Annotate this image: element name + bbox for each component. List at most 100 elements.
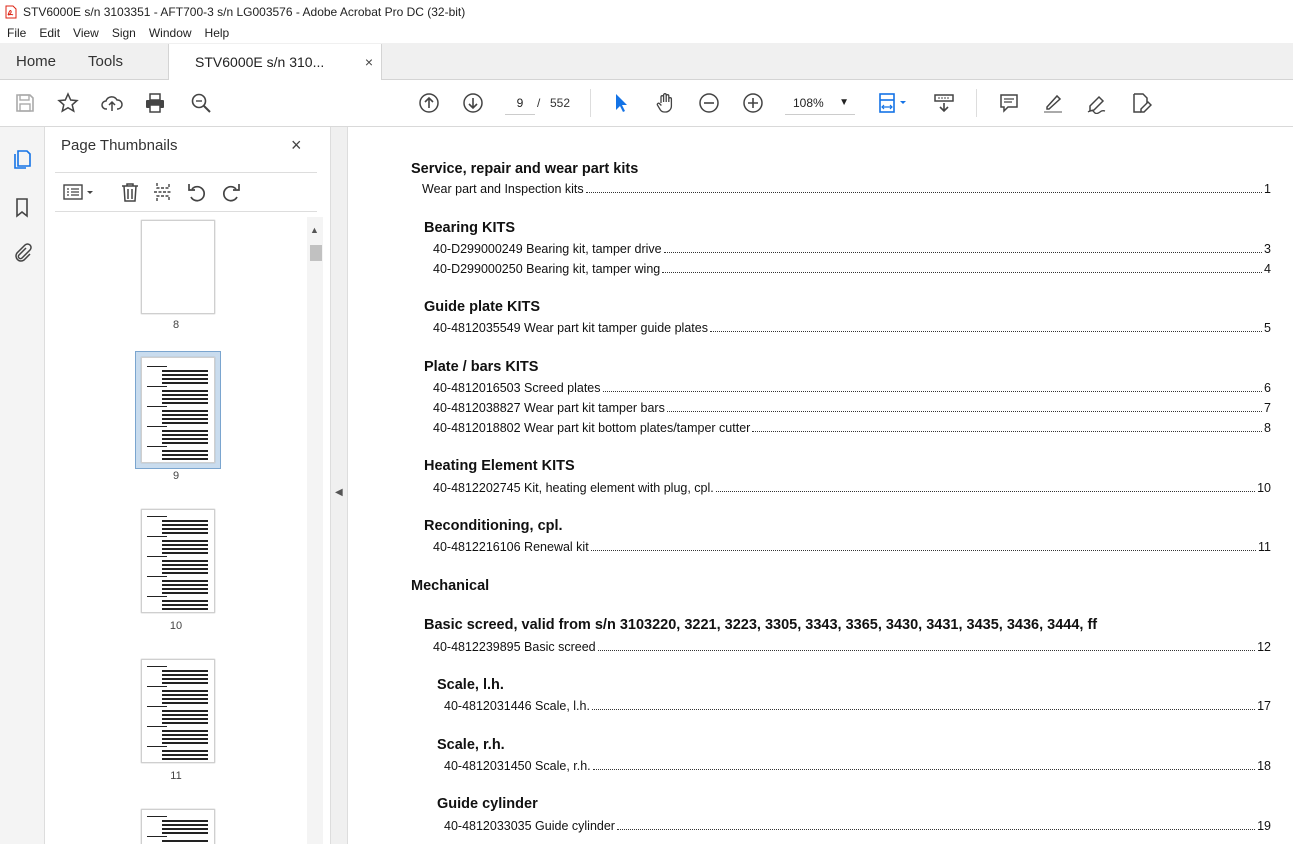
comment-icon[interactable]: [997, 91, 1021, 115]
thumbnail-options-icon[interactable]: [61, 181, 97, 203]
hand-tool-icon[interactable]: [653, 91, 677, 115]
thumbnail-text-line: [162, 560, 208, 562]
attachments-paperclip-icon[interactable]: [10, 240, 34, 264]
delete-trash-icon[interactable]: [119, 181, 141, 203]
toc-entry[interactable]: 40-4812018802 Wear part kit bottom plate…: [433, 421, 1271, 435]
menu-edit[interactable]: Edit: [32, 26, 66, 40]
toc-page-number: 4: [1264, 262, 1271, 276]
toc-leader-dots: [585, 191, 1263, 193]
scroll-up-icon[interactable]: ▲: [310, 225, 319, 235]
document-view[interactable]: Service, repair and wear part kits Wear p…: [348, 127, 1293, 844]
tab-close-icon[interactable]: ×: [365, 54, 373, 70]
toc-entry-title: 40-D299000249 Bearing kit, tamper drive: [433, 242, 663, 256]
previous-page-icon[interactable]: [417, 91, 441, 115]
thumbnail-scrollbar[interactable]: ▲: [307, 217, 323, 844]
menu-window[interactable]: Window: [142, 26, 198, 40]
thumbnail-text-line: [147, 366, 167, 367]
toc-heading: Scale, r.h.: [437, 737, 505, 753]
thumbnail-text-line: [162, 532, 208, 534]
thumbnail-text-line: [162, 394, 208, 396]
thumbnail-text-line: [162, 678, 208, 680]
toc-heading: Scale, l.h.: [437, 677, 504, 693]
toolbar-divider: [976, 89, 977, 117]
thumbnail-text-line: [162, 414, 208, 416]
page-thumbnail[interactable]: [141, 509, 215, 613]
upload-cloud-icon[interactable]: [100, 91, 124, 115]
toc-leader-dots: [592, 768, 1256, 770]
select-cursor-icon[interactable]: [609, 91, 633, 115]
toc-entry[interactable]: 40-4812033035 Guide cylinder 19: [444, 819, 1271, 833]
panel-close-icon[interactable]: ×: [291, 135, 302, 156]
tab-document[interactable]: STV6000E s/n 310... ×: [168, 44, 383, 80]
scrollbar-thumb[interactable]: [310, 245, 322, 261]
toc-entry[interactable]: 40-4812038827 Wear part kit tamper bars 7: [433, 401, 1271, 415]
toc-entry[interactable]: 40-4812031446 Scale, l.h. 17: [444, 699, 1271, 713]
tab-home[interactable]: Home: [0, 43, 72, 79]
toc-page-number: 7: [1264, 401, 1271, 415]
toc-entry[interactable]: Wear part and Inspection kits 1: [422, 182, 1271, 196]
thumbnail-text-line: [162, 690, 208, 692]
zoom-in-icon[interactable]: [741, 91, 765, 115]
toc-page-number: 19: [1257, 819, 1271, 833]
chevron-down-icon: ▼: [839, 97, 849, 108]
toc-entry[interactable]: 40-4812239895 Basic screed 12: [433, 640, 1271, 654]
thumbnail-text-line: [162, 832, 208, 834]
toc-entry[interactable]: 40-4812216106 Renewal kit 11: [433, 540, 1271, 554]
toc-entry[interactable]: 40-4812016503 Screed plates 6: [433, 381, 1271, 395]
menu-sign[interactable]: Sign: [105, 26, 142, 40]
thumbnail-text-line: [147, 406, 167, 407]
search-zoom-icon[interactable]: [189, 91, 213, 115]
thumbnail-text-line: [162, 430, 208, 432]
page-fit-icon[interactable]: [876, 91, 912, 115]
toc-entry[interactable]: 40-D299000250 Bearing kit, tamper wing 4: [433, 262, 1271, 276]
extract-pages-icon[interactable]: [152, 181, 174, 203]
thumbnail-text-line: [162, 730, 208, 732]
next-page-icon[interactable]: [461, 91, 485, 115]
rotate-right-icon[interactable]: [220, 181, 242, 203]
tab-tools[interactable]: Tools: [72, 43, 139, 79]
collapse-arrow-icon[interactable]: ◀: [335, 487, 343, 498]
page-thumbnail-selected[interactable]: [141, 357, 215, 463]
thumbnail-text-line: [162, 674, 208, 676]
toc-page-number: 12: [1257, 640, 1271, 654]
page-number-input[interactable]: 9: [505, 92, 535, 115]
toc-entry[interactable]: 40-4812035549 Wear part kit tamper guide…: [433, 321, 1271, 335]
toc-entry[interactable]: 40-4812202745 Kit, heating element with …: [433, 481, 1271, 495]
menu-view[interactable]: View: [66, 26, 105, 40]
menu-help[interactable]: Help: [198, 26, 236, 40]
bookmarks-icon[interactable]: [10, 195, 34, 219]
bookmark-star-icon[interactable]: [56, 91, 80, 115]
thumbnail-text-line: [147, 836, 167, 837]
page-thumbnail[interactable]: [141, 220, 215, 314]
thumbnail-text-line: [147, 666, 167, 667]
toc-page-number: 11: [1258, 540, 1271, 554]
zoom-out-icon[interactable]: [697, 91, 721, 115]
zoom-level-select[interactable]: 108% ▼: [785, 92, 855, 115]
thumbnail-text-line: [162, 540, 208, 542]
draw-sign-icon[interactable]: [1085, 91, 1109, 115]
panel-title: Page Thumbnails: [61, 137, 178, 154]
thumbnail-text-line: [147, 386, 167, 387]
panel-collapse-strip[interactable]: ◀: [331, 127, 348, 844]
save-icon[interactable]: [13, 91, 37, 115]
thumbnail-text-line: [162, 572, 208, 574]
thumbnail-text-line: [162, 438, 208, 440]
toc-leader-dots: [591, 708, 1256, 710]
page-thumbnails-icon[interactable]: [10, 147, 34, 171]
page-thumbnail[interactable]: [141, 659, 215, 763]
scroll-mode-icon[interactable]: [932, 91, 956, 115]
print-icon[interactable]: [143, 91, 167, 115]
toc-entry[interactable]: 40-D299000249 Bearing kit, tamper drive 3: [433, 242, 1271, 256]
menu-file[interactable]: File: [0, 26, 32, 40]
thumbnail-text-line: [162, 450, 208, 452]
thumbnail-text-line: [162, 828, 208, 830]
fill-sign-icon[interactable]: [1129, 91, 1153, 115]
toc-entry[interactable]: 40-4812031450 Scale, r.h. 18: [444, 759, 1271, 773]
table-of-contents: Service, repair and wear part kits Wear p…: [348, 127, 1293, 844]
toc-leader-dots: [709, 330, 1263, 332]
thumbnail-list: 8 9 10 11: [45, 217, 307, 844]
rotate-left-icon[interactable]: [186, 181, 208, 203]
thumbnail-text-line: [162, 520, 208, 522]
page-thumbnail[interactable]: [141, 809, 215, 844]
highlight-pen-icon[interactable]: [1041, 91, 1065, 115]
